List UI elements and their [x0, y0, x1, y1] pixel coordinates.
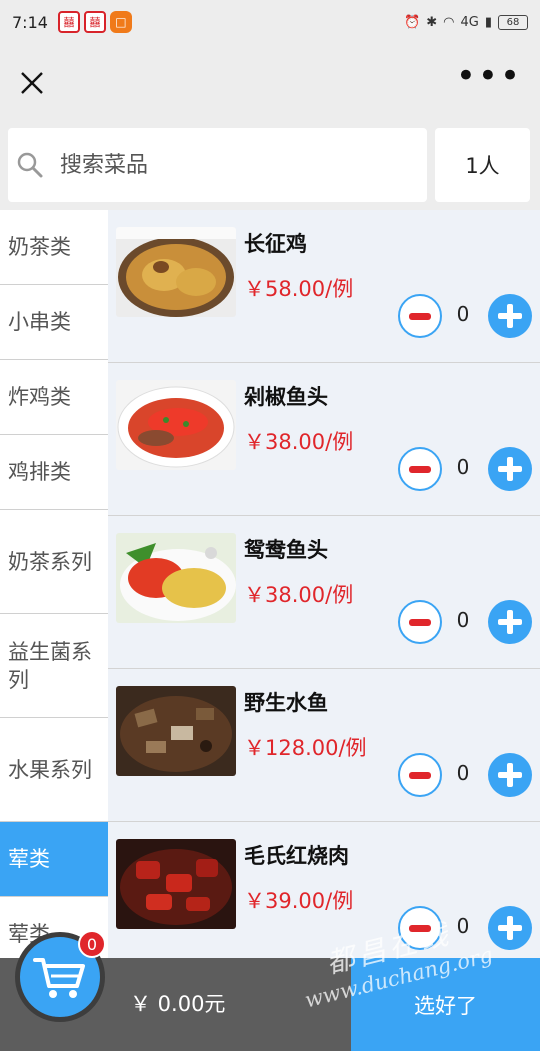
increase-quantity-button[interactable]: [488, 447, 532, 491]
close-icon[interactable]: [18, 69, 46, 97]
notification-app-icon: 囍: [57, 11, 80, 33]
category-item[interactable]: 水果系列: [0, 718, 108, 822]
title-bar: •••: [0, 44, 540, 122]
increase-quantity-button[interactable]: [488, 600, 532, 644]
dish-name: 毛氏红烧肉: [244, 844, 349, 868]
alarm-icon: ⏰: [404, 14, 421, 30]
dish-name: 野生水鱼: [244, 691, 328, 715]
battery-icon: 68: [498, 14, 528, 30]
notification-app-icon: □: [109, 11, 132, 33]
dish-quantity: 0: [456, 302, 470, 326]
decrease-quantity-button[interactable]: [398, 447, 442, 491]
dish-name: 鸳鸯鱼头: [244, 538, 328, 562]
status-bar: 7:14 囍 囍 □ ⏰ ✱ ◠ 4G ▮ 68: [0, 0, 540, 44]
minus-icon: [409, 466, 431, 473]
search-row: 1人: [0, 122, 540, 210]
dish-quantity: 0: [456, 914, 470, 938]
dish-quantity: 0: [456, 761, 470, 785]
dish-list: 长征鸡 ￥58.00/例 0 剁椒鱼头 ￥38.00/例 0 鸳鸯鱼头 ￥38.…: [108, 210, 540, 958]
dish-name: 长征鸡: [244, 232, 307, 256]
cart-icon: [33, 958, 85, 998]
category-item[interactable]: 奶茶类: [0, 210, 108, 285]
increase-quantity-button[interactable]: [488, 906, 532, 950]
dish-quantity: 0: [456, 608, 470, 632]
category-sidebar: 奶茶类 小串类 炸鸡类 鸡排类 奶茶系列 益生菌系列 水果系列 荤类 荤类: [0, 210, 108, 958]
network-type: 4G: [460, 14, 479, 30]
dish-image: [116, 533, 236, 623]
people-count-selector[interactable]: 1人: [435, 128, 530, 202]
signal-icon: ▮: [484, 14, 492, 30]
decrease-quantity-button[interactable]: [398, 906, 442, 950]
minus-icon: [409, 313, 431, 320]
category-item[interactable]: 益生菌系列: [0, 614, 108, 718]
dish-price: ￥38.00/例: [244, 430, 354, 454]
search-box[interactable]: [8, 128, 427, 202]
wifi-icon: ◠: [443, 14, 455, 30]
minus-icon: [409, 925, 431, 932]
dish-quantity: 0: [456, 455, 470, 479]
dish-item: 野生水鱼 ￥128.00/例 0: [108, 669, 540, 822]
cart-total: ￥ 0.00元: [130, 992, 226, 1016]
decrease-quantity-button[interactable]: [398, 600, 442, 644]
increase-quantity-button[interactable]: [488, 294, 532, 338]
minus-icon: [409, 619, 431, 626]
notification-app-icon: 囍: [83, 11, 106, 33]
dish-item: 长征鸡 ￥58.00/例 0: [108, 210, 540, 363]
dish-image: [116, 686, 236, 776]
minus-icon: [409, 772, 431, 779]
dish-item: 鸳鸯鱼头 ￥38.00/例 0: [108, 516, 540, 669]
category-item[interactable]: 鸡排类: [0, 435, 108, 510]
search-input[interactable]: [60, 152, 400, 178]
dish-item: 毛氏红烧肉 ￥39.00/例 0: [108, 822, 540, 958]
category-item[interactable]: 炸鸡类: [0, 360, 108, 435]
dish-image: [116, 227, 236, 317]
dish-image: [116, 380, 236, 470]
checkout-button[interactable]: 选好了: [351, 958, 540, 1051]
status-indicators: ⏰ ✱ ◠ 4G ▮ 68: [404, 14, 528, 30]
decrease-quantity-button[interactable]: [398, 753, 442, 797]
cart-count-badge: 0: [78, 930, 106, 958]
status-time: 7:14: [12, 12, 48, 32]
bluetooth-icon: ✱: [426, 14, 438, 30]
category-item[interactable]: 奶茶系列: [0, 510, 108, 614]
dish-price: ￥39.00/例: [244, 889, 354, 913]
dish-image: [116, 839, 236, 929]
dish-name: 剁椒鱼头: [244, 385, 328, 409]
more-options-icon[interactable]: •••: [456, 59, 522, 107]
category-item[interactable]: 小串类: [0, 285, 108, 360]
dish-item: 剁椒鱼头 ￥38.00/例 0: [108, 363, 540, 516]
dish-price: ￥58.00/例: [244, 277, 354, 301]
category-item-active[interactable]: 荤类: [0, 822, 108, 897]
decrease-quantity-button[interactable]: [398, 294, 442, 338]
search-icon: [17, 152, 43, 178]
increase-quantity-button[interactable]: [488, 753, 532, 797]
dish-price: ￥38.00/例: [244, 583, 354, 607]
dish-price: ￥128.00/例: [244, 736, 367, 760]
